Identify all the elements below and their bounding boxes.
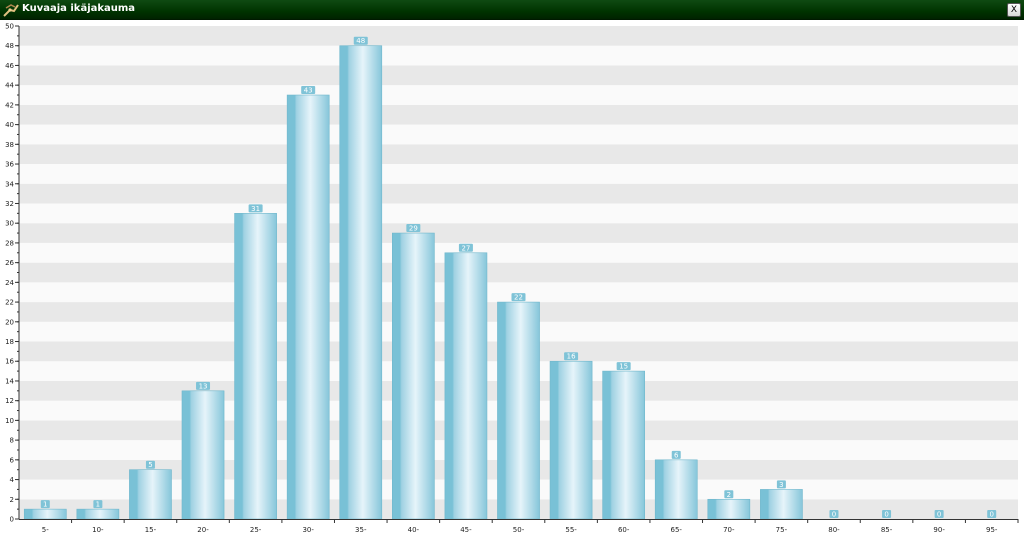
y-tick-label: 46 [5, 62, 14, 70]
app-logo-icon [3, 4, 19, 17]
x-tick-label: 90- [933, 526, 945, 534]
grid-band [19, 223, 1018, 243]
x-tick-label: 85- [881, 526, 893, 534]
x-tick-label: 30- [302, 526, 314, 534]
x-tick-label: 5- [42, 526, 49, 534]
x-tick-label: 80- [828, 526, 840, 534]
data-label: 31 [251, 205, 260, 213]
bar-35- [339, 45, 383, 520]
data-label: 22 [514, 294, 523, 302]
data-label: 16 [567, 353, 576, 361]
x-tick-label: 50- [513, 526, 525, 534]
y-tick-label: 6 [10, 456, 15, 464]
bar-65- [654, 459, 698, 520]
bar-15- [129, 469, 172, 520]
y-tick-label: 36 [5, 161, 14, 169]
data-label: 5 [148, 461, 152, 469]
y-tick-label: 50 [5, 23, 14, 31]
bar-40- [392, 232, 435, 520]
data-label: 15 [619, 363, 628, 371]
data-label: 1 [43, 501, 47, 509]
bar-75- [760, 489, 803, 520]
y-tick-label: 16 [5, 358, 14, 366]
y-tick-label: 28 [5, 239, 14, 247]
bar-25- [234, 213, 277, 520]
y-tick-label: 26 [5, 259, 14, 267]
grid-band [19, 85, 1018, 105]
data-label: 29 [409, 225, 418, 233]
x-tick-label: 45- [460, 526, 472, 534]
x-tick-label: 15- [145, 526, 157, 534]
data-label: 0 [884, 511, 888, 519]
y-tick-label: 40 [5, 121, 14, 129]
y-tick-label: 34 [5, 180, 14, 188]
data-label: 3 [779, 481, 783, 489]
y-tick-label: 38 [5, 141, 14, 149]
bar-20- [181, 390, 225, 520]
bar-10- [76, 508, 120, 520]
x-tick-label: 10- [92, 526, 104, 534]
title-bar: Kuvaaja ikäjakauma X [0, 0, 1024, 20]
chart-window: Kuvaaja ikäjakauma X 1 1 5 13 31 43 48 29 27 22 16… [0, 0, 1024, 539]
x-tick-label: 75- [776, 526, 788, 534]
x-tick-label: 25- [250, 526, 262, 534]
data-label: 48 [356, 37, 365, 45]
y-tick-label: 20 [5, 318, 14, 326]
data-label: 0 [989, 511, 993, 519]
y-tick-label: 4 [10, 476, 15, 484]
y-tick-label: 42 [5, 101, 14, 109]
bar-chart: 1 151331434829272216156230 0 0 0 02468101214… [5, 23, 1019, 534]
bar-5- [23, 508, 67, 520]
grid-band [19, 124, 1018, 145]
x-tick-label: 60- [618, 526, 630, 534]
y-tick-label: 44 [5, 82, 14, 90]
grid-band [19, 26, 1018, 46]
x-tick-label: 40- [408, 526, 420, 534]
y-tick-label: 22 [5, 299, 14, 307]
bar-60- [602, 370, 645, 520]
y-tick-label: 12 [5, 397, 14, 405]
y-tick-label: 48 [5, 42, 14, 50]
y-tick-label: 0 [10, 516, 14, 524]
grid-band [19, 164, 1018, 184]
data-label: 6 [674, 451, 679, 459]
x-tick-label: 65- [671, 526, 683, 534]
grid-band [19, 242, 1018, 263]
data-label: 2 [727, 491, 731, 499]
grid-band [19, 45, 1018, 66]
window-title: Kuvaaja ikäjakauma [22, 3, 136, 14]
y-tick-label: 30 [5, 220, 14, 228]
bar-45- [444, 252, 488, 520]
data-label: 0 [832, 511, 836, 519]
x-tick-label: 20- [197, 526, 209, 534]
grid-band [19, 104, 1018, 125]
data-label: 13 [199, 382, 208, 390]
y-tick-label: 10 [5, 417, 14, 425]
data-label: 27 [461, 244, 470, 252]
bar-55- [549, 360, 593, 520]
bar-30- [286, 94, 330, 520]
y-tick-label: 2 [10, 496, 14, 504]
x-tick-label: 35- [355, 526, 367, 534]
grid-band [19, 183, 1018, 204]
grid-band [19, 262, 1018, 283]
x-tick-label: 95- [986, 526, 998, 534]
close-button[interactable]: X [1007, 3, 1021, 17]
data-label: 43 [304, 87, 313, 95]
x-tick-label: 70- [723, 526, 735, 534]
y-tick-label: 14 [5, 377, 14, 385]
x-tick-label: 55- [565, 526, 577, 534]
bar-50- [497, 301, 540, 520]
y-tick-label: 18 [5, 338, 14, 346]
grid-band [19, 203, 1018, 224]
grid-band [19, 144, 1018, 165]
data-label: 0 [937, 511, 941, 519]
y-tick-label: 32 [5, 200, 14, 208]
y-tick-label: 24 [5, 279, 14, 287]
data-label: 1 [96, 501, 100, 509]
y-tick-label: 8 [10, 437, 14, 445]
grid-band [19, 65, 1018, 86]
bar-70- [707, 498, 751, 520]
